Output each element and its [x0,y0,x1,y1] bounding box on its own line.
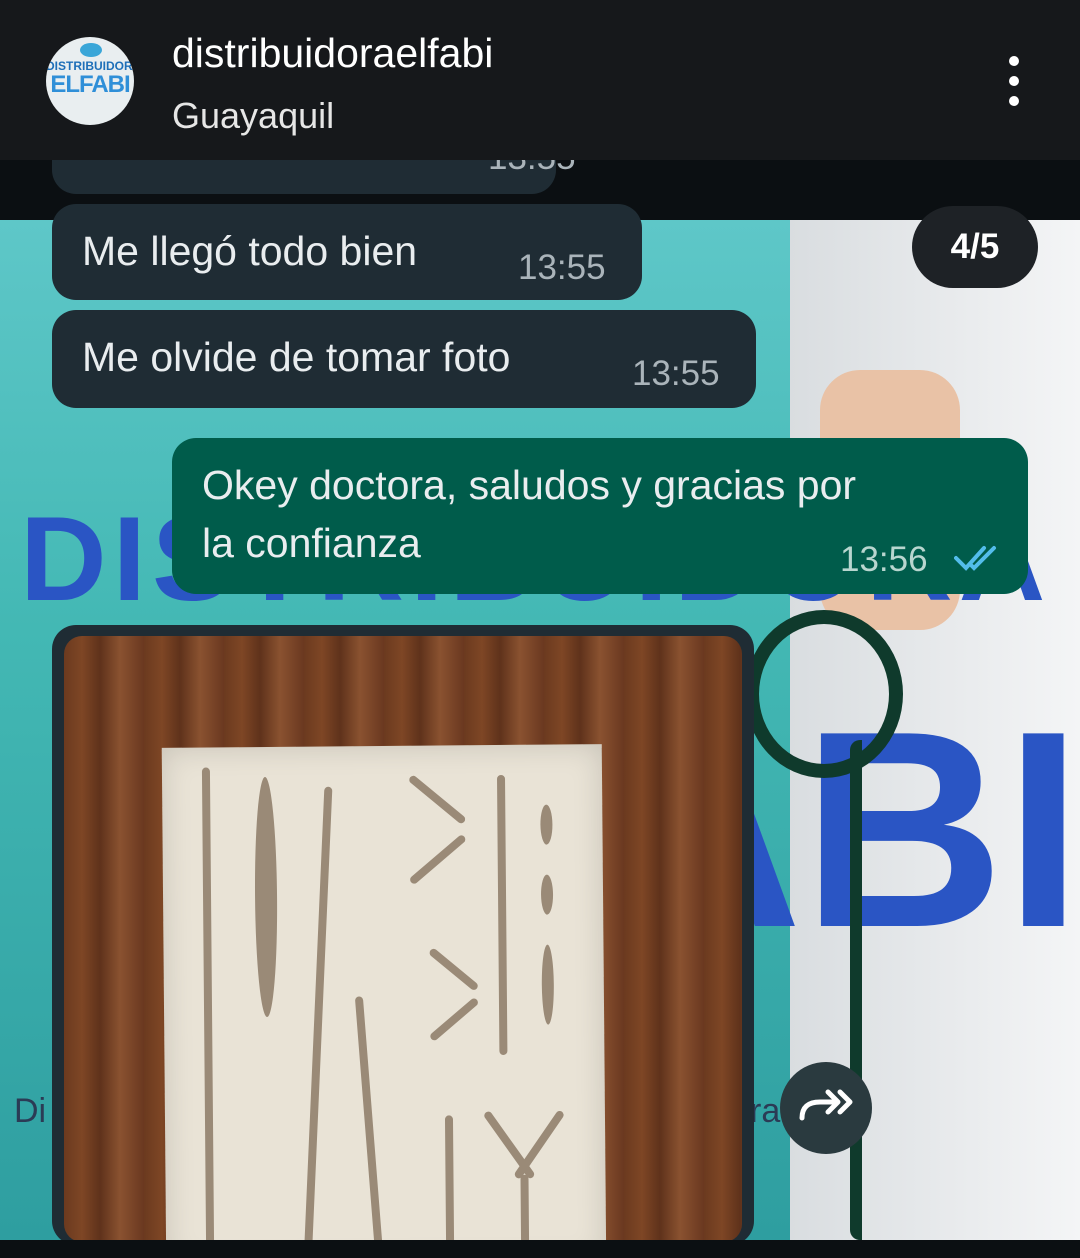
forward-button[interactable] [780,1062,872,1154]
avatar-logo-main: ELFABI [50,71,130,98]
bg-small-text-left: Di [14,1092,47,1130]
message-time: 13:55 [518,248,606,287]
message-time: 13:56 [840,540,928,579]
contact-name[interactable]: distribuidoraelfabi [172,30,493,77]
image-message[interactable] [64,636,742,1242]
chat-header: DISTRIBUIDORA ELFABI distribuidoraelfabi… [0,0,1080,160]
message-text-line1: Okey doctora, saludos y gracias por [202,462,857,508]
message-time: 13:55 [632,354,720,393]
double-check-icon [954,542,1002,579]
message-bubble-incoming[interactable]: Me llegó todo bien 13:55 [52,204,642,300]
contact-status: Guayaquil [172,95,335,136]
message-text-line2: la confianza [202,520,421,566]
stethoscope-cable-graphic [850,740,902,1240]
story-counter: 4/5 [912,206,1038,288]
avatar[interactable]: DISTRIBUIDORA ELFABI [46,37,134,125]
message-bubble-incoming[interactable]: Me olvide de tomar foto 13:55 [52,310,756,408]
message-text: Me llegó todo bien [82,228,418,274]
bottom-bar [0,1240,1080,1258]
suture-pad-image [161,744,607,1242]
forward-icon [796,1086,856,1131]
more-vert-icon[interactable] [1000,56,1028,110]
message-text: Me olvide de tomar foto [82,334,511,380]
message-bubble-outgoing[interactable]: Okey doctora, saludos y gracias por la c… [172,438,1028,594]
logo-leaf-icon [80,43,102,57]
